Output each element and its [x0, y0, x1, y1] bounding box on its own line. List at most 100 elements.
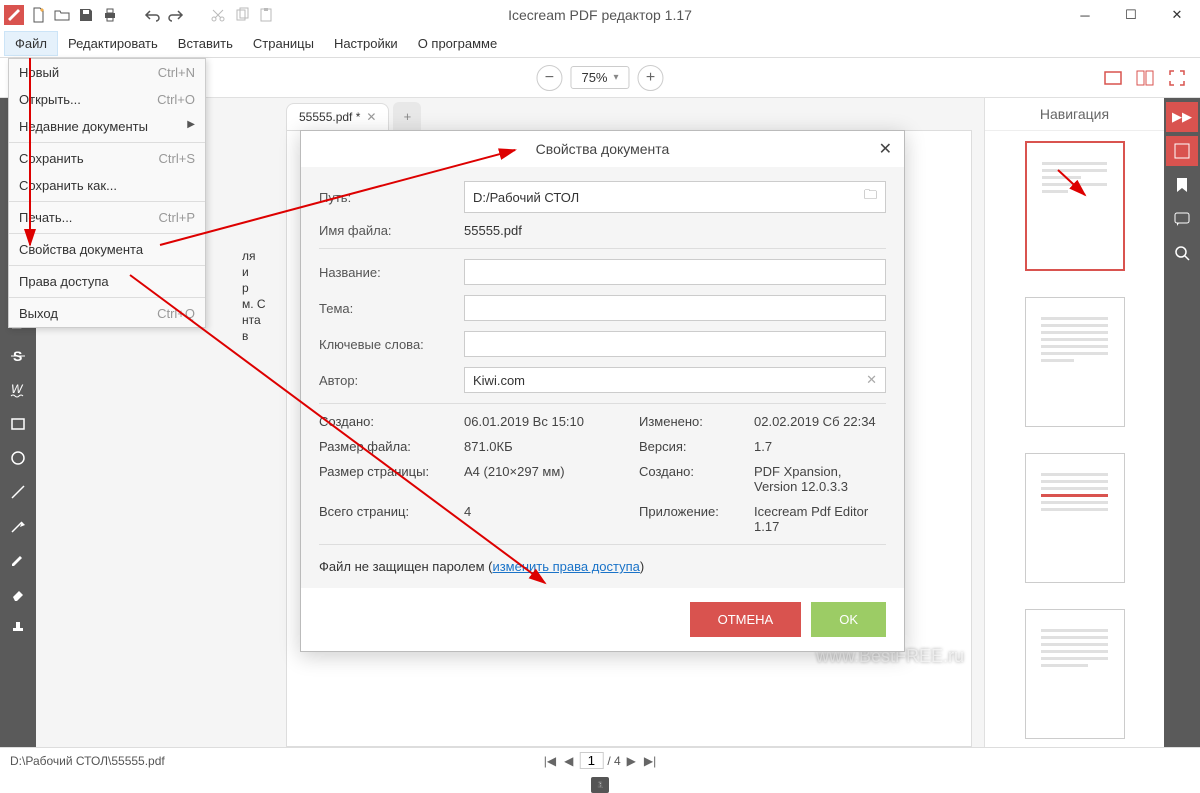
bookmarks-icon[interactable] — [1166, 170, 1198, 200]
pagesize-value: A4 (210×297 мм) — [464, 464, 639, 494]
path-field[interactable]: D:/Рабочий СТОЛ🗀 — [464, 181, 886, 213]
doc-properties-dialog: Свойства документа ✕ Путь:D:/Рабочий СТО… — [300, 130, 905, 652]
clear-icon[interactable]: ✕ — [866, 372, 877, 388]
eraser-tool[interactable] — [2, 578, 34, 610]
dd-save-as[interactable]: Сохранить как... — [9, 172, 205, 199]
menu-pages[interactable]: Страницы — [243, 32, 324, 55]
menu-file[interactable]: Файл — [4, 31, 58, 56]
titlebar: Icecream PDF редактор 1.17 ─ ☐ ✕ — [0, 0, 1200, 30]
app-value: Icecream Pdf Editor 1.17 — [754, 504, 886, 534]
dialog-buttons: ОТМЕНА OK — [301, 588, 904, 651]
pencil-tool[interactable] — [2, 544, 34, 576]
minimize-button[interactable]: ─ — [1062, 0, 1108, 30]
doc-tab[interactable]: 55555.pdf *✕ — [286, 103, 389, 130]
page-total: / 4 — [607, 754, 620, 768]
stamp-tool[interactable] — [2, 612, 34, 644]
zoom-out-button[interactable]: − — [536, 65, 562, 91]
quick-toolbar — [0, 5, 280, 25]
dd-recent[interactable]: Недавние документы▶ — [9, 113, 205, 140]
modified-value: 02.02.2019 Сб 22:34 — [754, 414, 886, 429]
zoom-in-button[interactable]: + — [638, 65, 664, 91]
close-tab-icon[interactable]: ✕ — [366, 110, 376, 124]
keywords-input[interactable] — [464, 331, 886, 357]
protection-text: Файл не защищен паролем (изменить права … — [319, 559, 886, 574]
search-icon[interactable] — [1166, 238, 1198, 268]
title-input[interactable] — [464, 259, 886, 285]
chevron-right-icon: ▶ — [187, 119, 195, 134]
next-page-button[interactable]: ▶ — [625, 754, 638, 768]
open-folder-icon[interactable] — [52, 5, 72, 25]
obscured-text: ля и р м. С нта в — [242, 248, 282, 344]
thumb-4[interactable] — [1025, 609, 1125, 739]
folder-icon[interactable]: 🗀 — [864, 186, 877, 208]
redo-icon[interactable] — [166, 5, 186, 25]
save-icon[interactable] — [76, 5, 96, 25]
subject-input[interactable] — [464, 295, 886, 321]
dd-exit[interactable]: ВыходCtrl+Q — [9, 300, 205, 327]
print-icon[interactable] — [100, 5, 120, 25]
file-dropdown: НовыйCtrl+N Открыть...Ctrl+O Недавние до… — [8, 58, 206, 328]
dd-print[interactable]: Печать...Ctrl+P — [9, 204, 205, 231]
dialog-title: Свойства документа ✕ — [301, 131, 904, 167]
nav-pane: Навигация 1 2 3 4 — [984, 98, 1164, 747]
dd-save[interactable]: СохранитьCtrl+S — [9, 145, 205, 172]
thumb-2[interactable] — [1025, 297, 1125, 427]
fullscreen-icon[interactable] — [1164, 65, 1190, 91]
right-toolbar: ▶▶ — [1164, 98, 1200, 747]
change-permissions-link[interactable]: изменить права доступа — [492, 559, 639, 574]
undo-icon[interactable] — [142, 5, 162, 25]
dd-new[interactable]: НовыйCtrl+N — [9, 59, 205, 86]
arrow-tool[interactable] — [2, 510, 34, 542]
dd-doc-properties[interactable]: Свойства документа — [9, 236, 205, 263]
dd-open[interactable]: Открыть...Ctrl+O — [9, 86, 205, 113]
app-logo-icon — [4, 5, 24, 25]
close-button[interactable]: ✕ — [1154, 0, 1200, 30]
rectangle-tool[interactable] — [2, 408, 34, 440]
menu-about[interactable]: О программе — [408, 32, 508, 55]
strikethrough-tool[interactable]: S — [2, 340, 34, 372]
last-page-button[interactable]: ▶| — [642, 754, 658, 768]
dd-permissions[interactable]: Права доступа — [9, 268, 205, 295]
menubar: Файл Редактировать Вставить Страницы Нас… — [0, 30, 1200, 58]
collapse-nav-icon[interactable]: ▶▶ — [1166, 102, 1198, 132]
page-input[interactable] — [579, 752, 603, 769]
author-input[interactable]: Kiwi.com✕ — [464, 367, 886, 393]
status-filepath: D:\Рабочий СТОЛ\55555.pdf — [10, 754, 165, 768]
view-icons — [1100, 65, 1190, 91]
menu-settings[interactable]: Настройки — [324, 32, 408, 55]
wavy-tool[interactable]: W — [2, 374, 34, 406]
pages-value: 4 — [464, 504, 639, 534]
comments-icon[interactable] — [1166, 204, 1198, 234]
nav-title: Навигация — [985, 98, 1164, 131]
thumbnails-icon[interactable] — [1166, 136, 1198, 166]
creator-value: PDF Xpansion, Version 12.0.3.3 — [754, 464, 886, 494]
version-value: 1.7 — [754, 439, 886, 454]
menu-edit[interactable]: Редактировать — [58, 32, 168, 55]
thumb-3[interactable] — [1025, 453, 1125, 583]
new-file-icon[interactable] — [28, 5, 48, 25]
fit-width-icon[interactable] — [1100, 65, 1126, 91]
maximize-button[interactable]: ☐ — [1108, 0, 1154, 30]
zoom-controls: − 75%▾ + — [536, 65, 663, 91]
filename-value: 55555.pdf — [464, 223, 886, 238]
svg-text:W: W — [11, 382, 24, 396]
zoom-combo[interactable]: 75%▾ — [570, 66, 629, 89]
menu-insert[interactable]: Вставить — [168, 32, 243, 55]
prev-page-button[interactable]: ◀ — [562, 754, 575, 768]
first-page-button[interactable]: |◀ — [542, 754, 558, 768]
ellipse-tool[interactable] — [2, 442, 34, 474]
dialog-close-button[interactable]: ✕ — [879, 139, 892, 159]
app-title: Icecream PDF редактор 1.17 — [508, 7, 692, 23]
line-tool[interactable] — [2, 476, 34, 508]
cancel-button[interactable]: ОТМЕНА — [690, 602, 802, 637]
thumb-1[interactable] — [1025, 141, 1125, 271]
ok-button[interactable]: OK — [811, 602, 886, 637]
window-controls: ─ ☐ ✕ — [1062, 0, 1200, 30]
copy-icon[interactable] — [232, 5, 252, 25]
fit-page-icon[interactable] — [1132, 65, 1158, 91]
paste-icon[interactable] — [256, 5, 276, 25]
chevron-down-icon: ▾ — [614, 72, 619, 83]
add-tab-button[interactable]: + — [393, 102, 421, 130]
created-value: 06.01.2019 Вс 15:10 — [464, 414, 639, 429]
cut-icon[interactable] — [208, 5, 228, 25]
